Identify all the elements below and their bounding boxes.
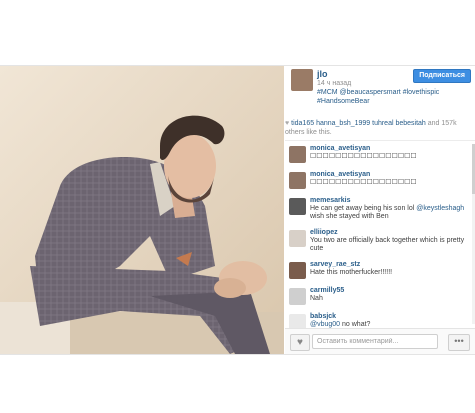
comment-username[interactable]: monica_avetisyan [310,171,370,178]
commenter-avatar[interactable] [289,230,306,247]
comment-text-start: He can get away being his son lol [310,205,417,212]
comments-list: monica_avetisyan ☐☐☐☐☐☐☐☐☐☐☐☐☐☐☐☐☐ monic… [285,144,475,354]
commenter-avatar[interactable] [289,198,306,215]
comment-mention[interactable]: @vbug00 [310,321,340,328]
comment-username[interactable]: babsjck [310,313,336,320]
comment-text-end: no what? [340,321,371,328]
comment-mention[interactable]: @keystleshagh [416,205,464,212]
post-photo[interactable] [0,66,284,354]
comment-username[interactable]: elliiopez [310,229,338,236]
likers-list[interactable]: tida165 hanna_bsh_1999 tuhreal bebesitah [291,120,426,127]
comment-item: monica_avetisyan ☐☐☐☐☐☐☐☐☐☐☐☐☐☐☐☐☐ [285,170,475,194]
post-photo-image [0,66,284,354]
comment-input[interactable] [312,334,438,349]
post-username[interactable]: jlo [317,69,328,79]
comment-item: elliiopez You two are officially back to… [285,228,475,258]
commenter-avatar[interactable] [289,288,306,305]
comment-item: sarvey_rae_stz Hate this motherfucker!!!… [285,260,475,284]
comment-footer: ♥ ••• [285,328,475,354]
comment-text: ☐☐☐☐☐☐☐☐☐☐☐☐☐☐☐☐☐ [310,179,417,186]
commenter-avatar[interactable] [289,146,306,163]
comment-text: He can get away being his son lol @keyst… [310,205,472,221]
comment-item: memesarkis He can get away being his son… [285,196,475,226]
heart-icon: ♥ [297,337,303,348]
likes-summary: ♥ tida165 hanna_bsh_1999 tuhreal bebesita… [285,119,475,141]
post-caption[interactable]: #MCM @beaucaspersmart #lovethispic #Hand… [317,88,467,106]
heart-icon: ♥ [285,120,290,127]
comment-username[interactable]: carmilly55 [310,287,344,294]
comment-item: monica_avetisyan ☐☐☐☐☐☐☐☐☐☐☐☐☐☐☐☐☐ [285,144,475,168]
follow-button[interactable]: Подписаться [413,69,471,83]
comment-username[interactable]: sarvey_rae_stz [310,261,360,268]
comment-text: Nah [310,295,323,302]
post-time-ago: 14 ч назад [317,80,352,87]
post-header: jlo 14 ч назад Подписаться #MCM @beaucas… [285,66,475,112]
comment-text: You two are officially back together whi… [310,237,465,252]
comment-username[interactable]: monica_avetisyan [310,145,370,152]
post-frame: jlo 14 ч назад Подписаться #MCM @beaucas… [0,65,475,355]
comment-text-end: wish she stayed with Ben [310,213,389,220]
comment-text: Hate this motherfucker!!!!!! [310,269,393,276]
comment-item: carmilly55 Nah [285,286,475,310]
comment-username[interactable]: memesarkis [310,197,350,204]
user-avatar[interactable] [291,69,313,91]
commenter-avatar[interactable] [289,172,306,189]
post-details-panel: jlo 14 ч назад Подписаться #MCM @beaucas… [285,66,475,354]
more-options-button[interactable]: ••• [448,334,470,351]
like-button[interactable]: ♥ [290,334,310,351]
commenter-avatar[interactable] [289,262,306,279]
comment-text: ☐☐☐☐☐☐☐☐☐☐☐☐☐☐☐☐☐ [310,153,417,160]
